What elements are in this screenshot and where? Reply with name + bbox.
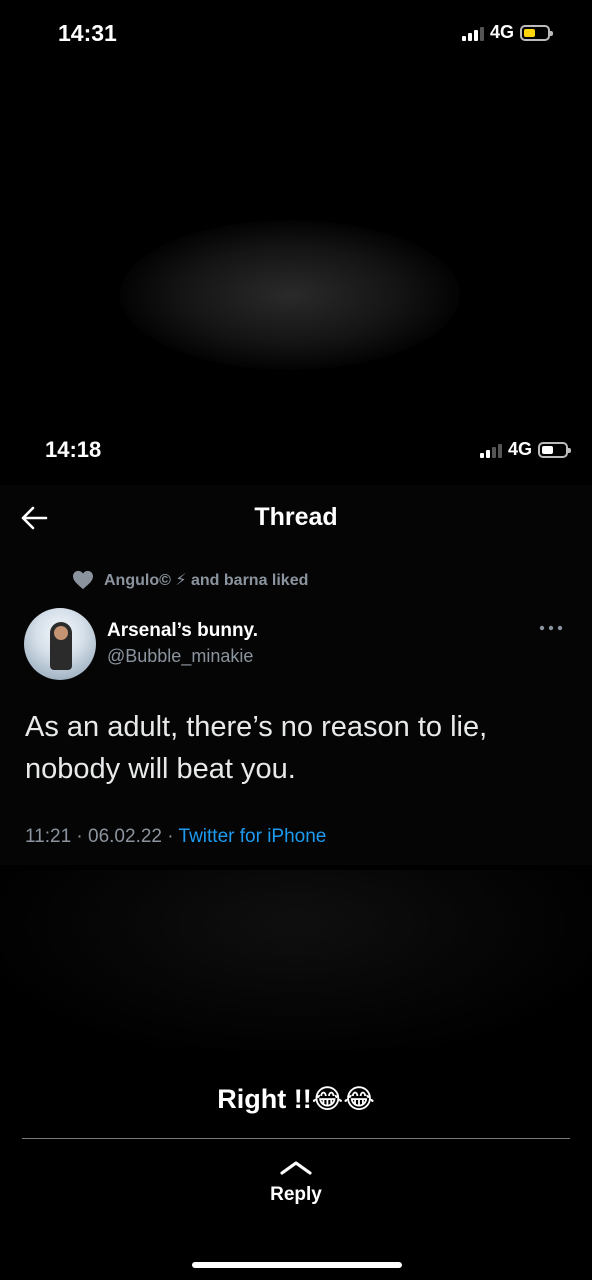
lower-background [0, 870, 592, 1050]
tweet-source-link[interactable]: Twitter for iPhone [179, 826, 327, 847]
social-context-text: Angulo© ⚡ and barna liked [104, 572, 309, 589]
blurred-glow [120, 220, 460, 370]
display-name[interactable]: Arsenal’s bunny. [107, 620, 258, 642]
more-options-icon[interactable] [538, 620, 564, 636]
inner-status-right: 4G [479, 439, 571, 460]
tweet-meta: 11:21 · 06.02.22 · Twitter for iPhone [25, 826, 326, 848]
network-type: 4G [507, 439, 532, 459]
home-indicator[interactable] [192, 1262, 402, 1268]
page-title: Thread [254, 503, 338, 531]
thread-panel [0, 485, 592, 865]
user-handle[interactable]: @Bubble_minakie [107, 646, 253, 667]
reply-button[interactable]: Reply [0, 1184, 592, 1206]
signal-icon [479, 442, 502, 458]
heart-icon [73, 570, 93, 590]
inner-status-time: 14:18 [45, 437, 102, 462]
avatar-face [54, 626, 68, 640]
inner-status-bar: 14:18 4G [0, 0, 592, 462]
avatar[interactable] [24, 608, 96, 680]
message-caption: Right !!😂😂 [217, 1084, 375, 1114]
social-context: Angulo© ⚡ and barna liked [72, 570, 308, 590]
chevron-up-icon[interactable] [278, 1158, 314, 1176]
tweet-text: As an adult, there’s no reason to lie, n… [25, 711, 488, 785]
tweet-timestamp: 11:21 · 06.02.22 · [25, 826, 179, 847]
battery-icon [538, 441, 571, 458]
divider [22, 1138, 570, 1139]
